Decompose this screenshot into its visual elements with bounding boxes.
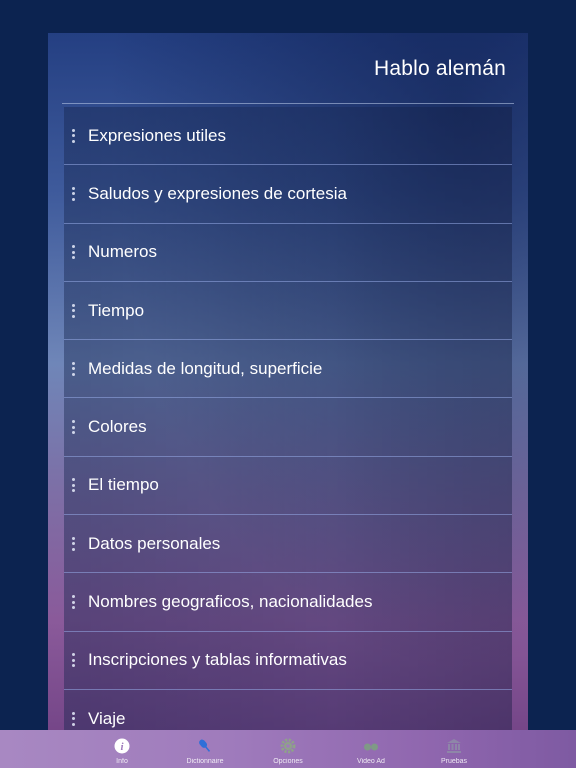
list-item[interactable]: Colores bbox=[64, 398, 512, 457]
tab-label: Video Ad bbox=[357, 758, 385, 765]
list-item-label: Numeros bbox=[88, 242, 157, 262]
list-item[interactable]: Inscripciones y tablas informativas bbox=[64, 631, 512, 690]
video-icon bbox=[364, 743, 378, 751]
drag-handle-icon[interactable] bbox=[72, 536, 76, 551]
main-panel: Hablo alemán Expresiones utiles Saludos … bbox=[48, 33, 528, 768]
tab-dictionnaire[interactable]: Dictionnaire bbox=[164, 730, 247, 768]
drag-handle-icon[interactable] bbox=[72, 361, 76, 376]
list-item-label: Inscripciones y tablas informativas bbox=[88, 650, 347, 670]
list-item[interactable]: Saludos y expresiones de cortesia bbox=[64, 165, 512, 224]
page-title: Hablo alemán bbox=[374, 57, 506, 80]
list-item-label: Nombres geograficos, nacionalidades bbox=[88, 592, 373, 612]
drag-handle-icon[interactable] bbox=[72, 711, 76, 726]
drag-handle-icon[interactable] bbox=[72, 653, 76, 668]
title-divider bbox=[62, 103, 514, 104]
tab-label: Pruebas bbox=[440, 758, 468, 765]
tab-opciones[interactable]: Opciones bbox=[247, 730, 330, 768]
drag-handle-icon[interactable] bbox=[72, 478, 76, 493]
info-icon: i bbox=[114, 738, 130, 754]
list-item-label: Tiempo bbox=[88, 300, 145, 320]
tab-bar: i Info Dictionnaire Opciones Video Ad Pr… bbox=[0, 730, 576, 768]
tab-info[interactable]: i Info bbox=[81, 730, 164, 768]
list-item[interactable]: Expresiones utiles bbox=[64, 107, 512, 166]
tab-video-ad[interactable]: Video Ad bbox=[330, 730, 413, 768]
tab-label: Info bbox=[116, 758, 128, 765]
bank-icon bbox=[447, 739, 461, 753]
tab-label: Opciones bbox=[273, 758, 303, 765]
microphone-icon bbox=[199, 739, 211, 752]
drag-handle-icon[interactable] bbox=[72, 420, 76, 435]
list-item-label: Viaje bbox=[88, 708, 126, 728]
list-item-label: Expresiones utiles bbox=[88, 125, 226, 145]
list-item-label: El tiempo bbox=[88, 475, 159, 495]
list-item[interactable]: Tiempo bbox=[64, 281, 512, 341]
tab-label: Dictionnaire bbox=[186, 758, 224, 765]
topic-list: Expresiones utiles Saludos y expresiones… bbox=[64, 107, 512, 749]
drag-handle-icon[interactable] bbox=[72, 186, 76, 201]
drag-handle-icon[interactable] bbox=[72, 303, 76, 318]
list-item-label: Medidas de longitud, superficie bbox=[88, 358, 323, 378]
list-item[interactable]: Datos personales bbox=[64, 515, 512, 574]
drag-handle-icon[interactable] bbox=[72, 128, 76, 143]
tab-pruebas[interactable]: Pruebas bbox=[413, 730, 496, 768]
list-item-label: Colores bbox=[88, 417, 147, 437]
list-item-label: Datos personales bbox=[88, 533, 221, 553]
drag-handle-icon[interactable] bbox=[72, 595, 76, 610]
list-item[interactable]: Nombres geograficos, nacionalidades bbox=[64, 573, 512, 632]
drag-handle-icon[interactable] bbox=[72, 245, 76, 260]
list-item[interactable]: Medidas de longitud, superficie bbox=[64, 340, 512, 399]
list-item[interactable]: Numeros bbox=[64, 223, 512, 282]
list-item-label: Saludos y expresiones de cortesia bbox=[88, 183, 347, 203]
list-item[interactable]: El tiempo bbox=[64, 456, 512, 516]
gear-icon bbox=[280, 738, 296, 754]
